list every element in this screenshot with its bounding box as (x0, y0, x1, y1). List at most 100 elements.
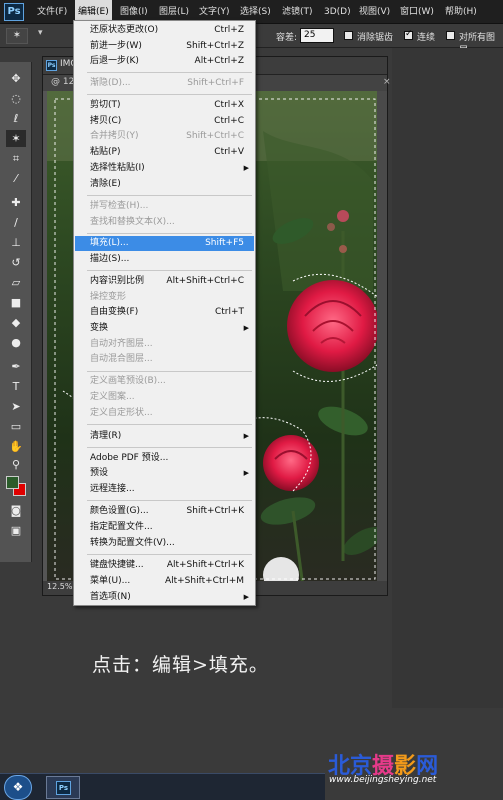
eraser-tool-icon[interactable]: ▱ (6, 274, 26, 291)
magic-wand-tool-icon[interactable]: ✶ (6, 130, 26, 147)
menu-item-shortcut: Alt+Shift+Ctrl+K (166, 560, 244, 570)
antialias-label: 消除锯齿 (357, 33, 394, 43)
lasso-tool-icon[interactable]: ℓ (6, 110, 26, 127)
menu-item-label: 自由变换(F) (90, 307, 139, 317)
healing-brush-tool-icon[interactable]: ✚ (6, 194, 26, 211)
menu-item-label: 还原状态更改(O) (90, 25, 159, 35)
menu-item-label: 颜色设置(G)... (90, 506, 149, 516)
preset-dropdown-icon[interactable]: ▾ (38, 28, 43, 38)
menu-item-clear[interactable]: 清除(E) (75, 177, 254, 192)
menu-item-shortcut: Shift+Ctrl+Z (186, 41, 244, 51)
windows-start-icon[interactable]: ❖ (4, 775, 32, 800)
menu-item-assign-profile[interactable]: 指定配置文件... (75, 520, 254, 535)
taskbar-photoshop-button[interactable]: Ps (46, 776, 80, 799)
menu-item-stroke[interactable]: 描边(S)... (75, 252, 254, 267)
eyedropper-tool-icon[interactable]: ⁄ (6, 170, 26, 187)
instruction-caption: 点击：编辑>填充。 (92, 654, 269, 676)
menu-item-step-backward[interactable]: 后退一步(K) Alt+Ctrl+Z (75, 54, 254, 69)
menu-separator (87, 72, 252, 73)
submenu-arrow-icon: ▶ (243, 432, 249, 440)
tolerance-label: 容差: (276, 33, 298, 43)
menu-item-content-aware-scale[interactable]: 内容识别比例 Alt+Shift+Ctrl+C (75, 274, 254, 289)
menu-item-fill[interactable]: 填充(L)... Shift+F5 (75, 236, 254, 251)
dodge-tool-icon[interactable]: ● (6, 334, 26, 351)
brush-tool-icon[interactable]: / (6, 214, 26, 231)
menu-file[interactable]: 文件(F) (34, 0, 70, 24)
menu-item-transform[interactable]: 变换 ▶ (75, 321, 254, 336)
menu-item-copy[interactable]: 拷贝(C) Ctrl+C (75, 114, 254, 129)
menu-item-label: 合并拷贝(Y) (90, 131, 139, 141)
menu-item-label: 自动对齐图层... (90, 339, 153, 349)
toolbox: ✥ ◌ ℓ ✶ ⌗ ⁄ ✚ / ⊥ ↺ ▱ ■ ◆ ● ✒ T ➤ ▭ ✋ ⚲ … (0, 62, 32, 562)
menu-item-label: 内容识别比例 (90, 276, 145, 286)
move-tool-icon[interactable]: ✥ (6, 70, 26, 87)
blur-tool-icon[interactable]: ◆ (6, 314, 26, 331)
menu-item-label: 自动混合图层... (90, 354, 153, 364)
menu-item-paste[interactable]: 粘贴(P) Ctrl+V (75, 145, 254, 160)
menu-item-step-forward[interactable]: 前进一步(W) Shift+Ctrl+Z (75, 39, 254, 54)
menu-item-presets[interactable]: 预设 ▶ (75, 466, 254, 481)
gradient-tool-icon[interactable]: ■ (6, 294, 26, 311)
menu-item-shortcut: Alt+Shift+Ctrl+M (164, 576, 244, 586)
history-brush-tool-icon[interactable]: ↺ (6, 254, 26, 271)
marquee-tool-icon[interactable]: ◌ (6, 90, 26, 107)
antialias-checkbox[interactable] (344, 31, 353, 40)
photoshop-icon: Ps (56, 781, 71, 795)
menu-item-shortcut: Shift+F5 (205, 238, 244, 248)
menu-item-label: 定义自定形状... (90, 408, 153, 418)
crop-tool-icon[interactable]: ⌗ (6, 150, 26, 167)
menu-item-shortcut: Ctrl+Z (214, 25, 244, 35)
zoom-level[interactable]: 12.5% (47, 582, 72, 591)
menu-item-convert-to-profile[interactable]: 转换为配置文件(V)... (75, 536, 254, 551)
menu-item-adobe-pdf-presets[interactable]: Adobe PDF 预设... (75, 451, 254, 466)
menu-item-label: 操控变形 (90, 292, 127, 302)
menu-item-define-pattern: 定义图案... (75, 390, 254, 405)
menu-view[interactable]: 视图(V) (356, 0, 393, 24)
menu-item-label: 键盘快捷键... (90, 560, 144, 570)
document-scrollbar[interactable] (377, 91, 387, 581)
menu-item-purge[interactable]: 清理(R) ▶ (75, 429, 254, 444)
zoom-tool-icon[interactable]: ⚲ (6, 456, 26, 473)
menu-item-shortcut: Alt+Shift+Ctrl+C (166, 276, 244, 286)
close-tab-icon[interactable]: × (383, 77, 391, 87)
clone-stamp-tool-icon[interactable]: ⊥ (6, 234, 26, 251)
menu-item-keyboard-shortcuts[interactable]: 键盘快捷键... Alt+Shift+Ctrl+K (75, 558, 254, 573)
path-selection-tool-icon[interactable]: ➤ (6, 398, 26, 415)
menu-item-shortcut: Ctrl+X (214, 100, 244, 110)
vertical-ruler (43, 91, 47, 585)
menu-item-preferences[interactable]: 首选项(N) ▶ (75, 590, 254, 605)
menu-item-label: 变换 (90, 323, 109, 333)
tolerance-input[interactable]: 25 (300, 28, 334, 43)
menu-help[interactable]: 帮助(H) (442, 0, 480, 24)
all-layers-checkbox[interactable] (446, 31, 455, 40)
magic-wand-tool-preset-icon[interactable]: ✶ (6, 28, 28, 44)
menu-item-label: 清除(E) (90, 179, 121, 189)
quick-mask-icon[interactable]: ◙ (6, 502, 26, 519)
menu-item-cut[interactable]: 剪切(T) Ctrl+X (75, 98, 254, 113)
menu-item-shortcut: Ctrl+V (214, 147, 244, 157)
submenu-arrow-icon: ▶ (243, 469, 249, 477)
menu-item-menus[interactable]: 菜单(U)... Alt+Shift+Ctrl+M (75, 574, 254, 589)
menu-filter[interactable]: 滤镜(T) (279, 0, 316, 24)
menu-item-free-transform[interactable]: 自由变换(F) Ctrl+T (75, 305, 254, 320)
menu-window[interactable]: 窗口(W) (397, 0, 437, 24)
menu-item-label: 指定配置文件... (90, 522, 153, 532)
type-tool-icon[interactable]: T (6, 378, 26, 395)
menu-item-remote-connections[interactable]: 远程连接... (75, 482, 254, 497)
foreground-color-swatch[interactable] (6, 476, 19, 489)
screen-mode-icon[interactable]: ▣ (6, 522, 26, 539)
pen-tool-icon[interactable]: ✒ (6, 358, 26, 375)
menu-3d[interactable]: 3D(D) (321, 0, 354, 24)
submenu-arrow-icon: ▶ (243, 164, 249, 172)
shape-tool-icon[interactable]: ▭ (6, 418, 26, 435)
menu-separator (87, 94, 252, 95)
menu-item-paste-special[interactable]: 选择性粘贴(I) ▶ (75, 161, 254, 176)
hand-tool-icon[interactable]: ✋ (6, 438, 26, 455)
menu-separator (87, 371, 252, 372)
menu-item-label: 定义画笔预设(B)... (90, 376, 166, 386)
menu-item-color-settings[interactable]: 颜色设置(G)... Shift+Ctrl+K (75, 504, 254, 519)
menu-item-undo[interactable]: 还原状态更改(O) Ctrl+Z (75, 23, 254, 38)
menu-item-define-shape: 定义自定形状... (75, 406, 254, 421)
contiguous-checkbox[interactable] (404, 29, 413, 40)
menu-separator (87, 554, 252, 555)
